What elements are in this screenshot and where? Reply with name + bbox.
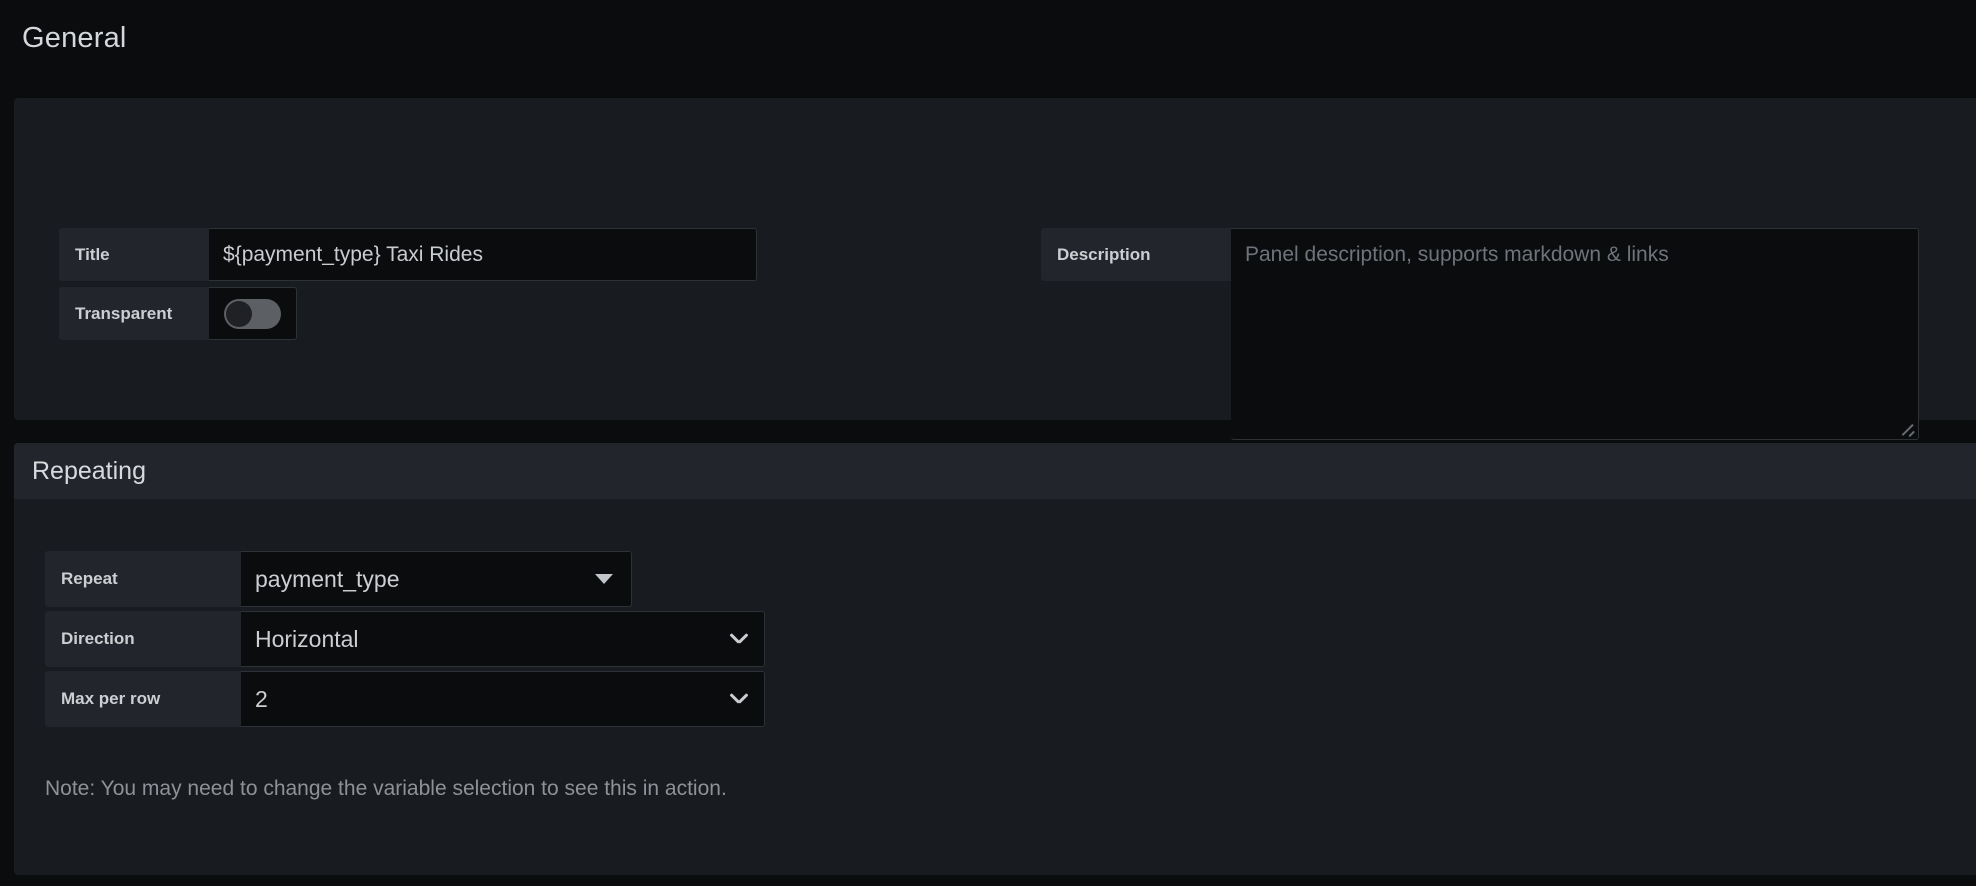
page-title: General <box>22 22 127 54</box>
title-input[interactable]: ${payment_type} Taxi Rides <box>209 228 757 281</box>
transparent-toggle[interactable] <box>224 298 281 329</box>
resize-handle-icon[interactable] <box>1899 420 1915 437</box>
max-per-row-select[interactable]: 2 <box>241 671 765 727</box>
chevron-down-icon[interactable] <box>730 690 748 708</box>
direction-field-row: Direction Horizontal <box>45 611 765 667</box>
direction-label: Direction <box>45 611 241 667</box>
description-field-row: Description Panel description, supports … <box>1041 228 1919 440</box>
toggle-knob <box>226 300 252 327</box>
repeat-select[interactable]: payment_type <box>241 551 632 607</box>
transparent-label: Transparent <box>59 287 209 340</box>
max-per-row-label: Max per row <box>45 671 241 727</box>
title-label: Title <box>59 228 209 281</box>
description-label: Description <box>1041 228 1231 281</box>
transparent-toggle-wrapper[interactable] <box>209 287 297 340</box>
repeating-note: Note: You may need to change the variabl… <box>45 777 727 800</box>
description-placeholder: Panel description, supports markdown & l… <box>1245 243 1669 266</box>
max-per-row-value: 2 <box>255 685 268 712</box>
repeat-label: Repeat <box>45 551 241 607</box>
max-per-row-field-row: Max per row 2 <box>45 671 765 727</box>
direction-value: Horizontal <box>255 625 359 652</box>
direction-select[interactable]: Horizontal <box>241 611 765 667</box>
description-textarea[interactable]: Panel description, supports markdown & l… <box>1231 228 1919 440</box>
transparent-field-row: Transparent <box>59 287 297 340</box>
title-field-row: Title ${payment_type} Taxi Rides <box>59 228 757 281</box>
panel-options-pane: General Title ${payment_type} Taxi Rides… <box>0 0 1976 886</box>
general-section-card: Title ${payment_type} Taxi Rides Transpa… <box>14 98 1976 440</box>
repeating-title: Repeating <box>32 456 146 485</box>
repeat-field-row: Repeat payment_type <box>45 551 632 607</box>
chevron-down-icon[interactable] <box>730 630 748 648</box>
caret-down-icon[interactable] <box>595 574 613 584</box>
repeat-value: payment_type <box>255 565 400 592</box>
repeating-section-header: Repeating <box>14 443 1976 499</box>
